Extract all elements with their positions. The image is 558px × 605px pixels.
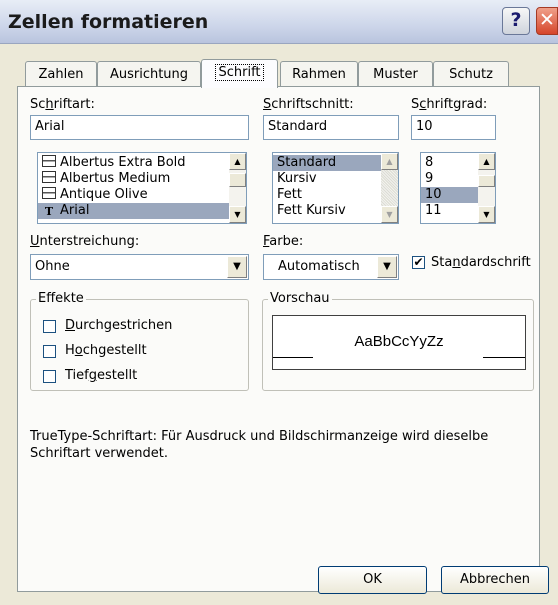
standard-font-checkbox[interactable]: ✔: [412, 256, 425, 269]
color-label: Farbe:: [263, 234, 304, 249]
baseline-right: [483, 357, 525, 358]
subscript-label: Tiefgestellt: [65, 368, 138, 383]
baseline-left: [273, 357, 313, 358]
superscript-checkbox[interactable]: [43, 345, 56, 358]
tab-label: Ausrichtung: [109, 67, 189, 82]
underline-value: Ohne: [35, 259, 70, 274]
tab-zahlen[interactable]: Zahlen: [25, 61, 97, 87]
strikethrough-checkbox[interactable]: [43, 320, 56, 333]
list-item[interactable]: Fett Kursiv: [273, 203, 398, 219]
list-item[interactable]: Albertus Medium: [38, 171, 246, 187]
preview-sample-text: AaBbCcYyZz: [354, 333, 444, 350]
preview-group: Vorschau AaBbCcYyZz: [262, 291, 534, 391]
truetype-font-icon: T: [44, 205, 54, 218]
list-item[interactable]: Kursiv: [273, 171, 398, 187]
preview-box: AaBbCcYyZz: [272, 315, 526, 370]
tab-muster[interactable]: Muster: [358, 61, 433, 87]
list-item[interactable]: Fett: [273, 187, 398, 203]
font-info-text: TrueType-Schriftart: Für Ausdruck und Bi…: [30, 429, 489, 461]
list-item[interactable]: Standard: [273, 155, 398, 171]
subscript-checkbox[interactable]: [43, 370, 56, 383]
style-input[interactable]: Standard: [263, 115, 399, 140]
scroll-down-button[interactable]: ▼: [478, 206, 495, 223]
tab-ausrichtung[interactable]: Ausrichtung: [97, 61, 201, 87]
style-label: Schriftschnitt:: [263, 97, 354, 112]
chevron-down-icon[interactable]: ▼: [227, 256, 247, 278]
preview-group-title: Vorschau: [268, 291, 332, 306]
close-button[interactable]: ✕: [536, 7, 558, 35]
underline-select[interactable]: Ohne ▼: [30, 254, 249, 280]
scroll-down-button[interactable]: ▼: [381, 206, 398, 223]
tab-label: Schrift: [215, 64, 264, 81]
tab-schrift[interactable]: Schrift: [201, 59, 278, 88]
style-list-scrollbar[interactable]: ▲ ▼: [381, 153, 398, 223]
printer-font-icon: [42, 187, 56, 199]
scroll-down-button[interactable]: ▼: [229, 206, 246, 223]
font-list-scrollbar[interactable]: ▲ ▼: [229, 153, 246, 223]
format-cells-dialog: Zellen formatieren ? ✕ Zahlen Ausrichtun…: [0, 0, 558, 605]
printer-font-icon: [42, 155, 56, 167]
tab-label: Zahlen: [38, 67, 84, 82]
scroll-thumb[interactable]: [229, 173, 246, 187]
color-value: Automatisch: [278, 259, 360, 274]
chevron-down-icon[interactable]: ▼: [377, 256, 397, 278]
tab-schutz[interactable]: Schutz: [433, 61, 509, 87]
effects-group-title: Effekte: [36, 291, 86, 306]
scroll-up-button[interactable]: ▲: [381, 153, 398, 170]
color-select[interactable]: Automatisch ▼: [263, 254, 399, 280]
ok-button[interactable]: OK: [318, 566, 427, 594]
size-list[interactable]: 8 9 10 11 ▲ ▼: [420, 152, 496, 224]
tab-rahmen[interactable]: Rahmen: [280, 61, 358, 87]
style-list[interactable]: Standard Kursiv Fett Fett Kursiv ▲ ▼: [272, 152, 399, 224]
title-bar[interactable]: Zellen formatieren ? ✕: [0, 0, 558, 44]
scroll-thumb[interactable]: [478, 175, 495, 187]
size-label: Schriftgrad:: [411, 97, 488, 112]
superscript-label: Hochgestellt: [65, 343, 147, 358]
scroll-up-button[interactable]: ▲: [478, 153, 495, 170]
effects-group: Effekte Durchgestrichen Hochgestellt Tie…: [30, 291, 249, 391]
scroll-up-button[interactable]: ▲: [229, 153, 246, 170]
printer-font-icon: [42, 171, 56, 183]
help-button[interactable]: ?: [502, 7, 530, 35]
standard-font-label: Standardschrift: [431, 255, 531, 270]
tab-label: Schutz: [449, 67, 493, 82]
size-input[interactable]: 10: [411, 115, 496, 140]
font-label: Schriftart:: [30, 97, 95, 112]
font-input[interactable]: Arial: [30, 115, 249, 140]
underline-label: Unterstreichung:: [30, 234, 140, 249]
tab-label: Rahmen: [292, 67, 346, 82]
strikethrough-label: Durchgestrichen: [65, 318, 173, 333]
size-list-scrollbar[interactable]: ▲ ▼: [478, 153, 495, 223]
cancel-button[interactable]: Abbrechen: [441, 566, 549, 594]
list-item[interactable]: Antique Olive: [38, 187, 246, 203]
font-list[interactable]: Albertus Extra Bold Albertus Medium Anti…: [37, 152, 247, 224]
dialog-title: Zellen formatieren: [8, 11, 209, 33]
tab-label: Muster: [373, 67, 418, 82]
list-item[interactable]: Albertus Extra Bold: [38, 155, 246, 171]
list-item[interactable]: T Arial: [38, 203, 246, 219]
